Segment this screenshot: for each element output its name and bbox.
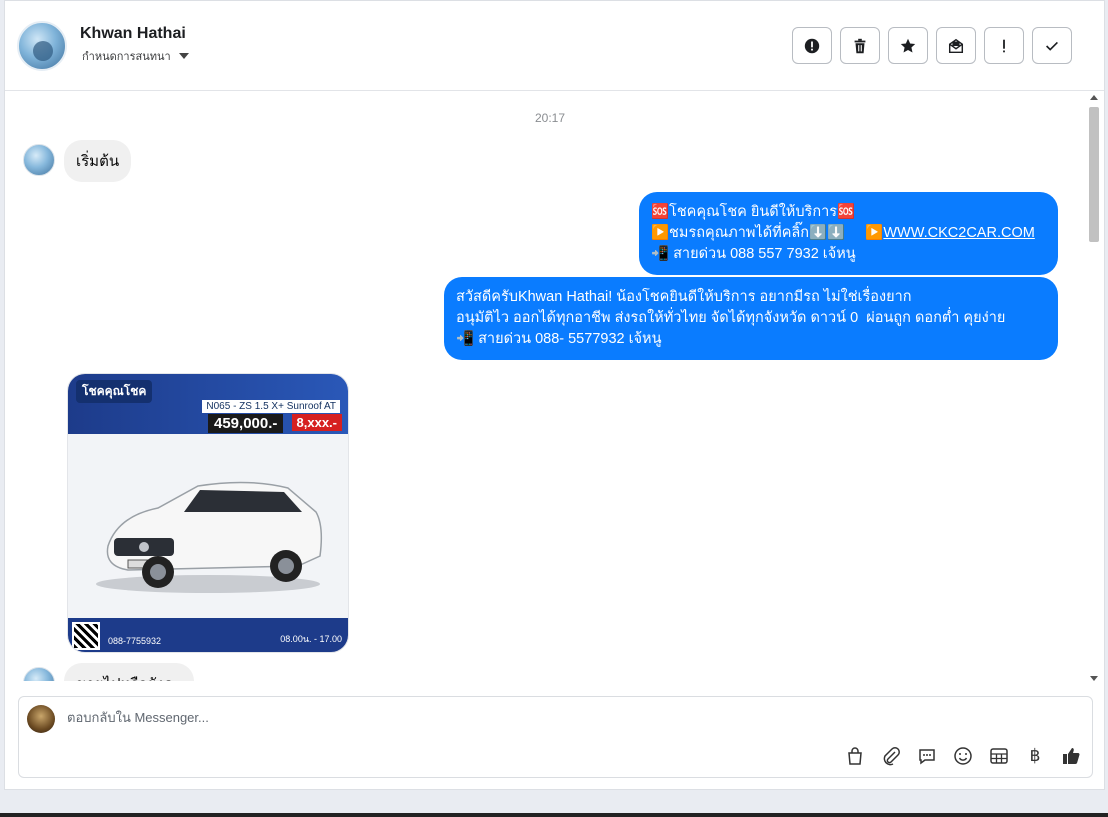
incoming-message[interactable]: ขายไปหรือยังคะ <box>64 663 194 681</box>
important-button[interactable] <box>984 27 1024 64</box>
scroll-thumb[interactable] <box>1089 107 1099 242</box>
chat-bubble-icon <box>919 749 935 765</box>
composer-tools: ฿ <box>844 745 1082 767</box>
reply-composer: ฿ <box>18 696 1093 778</box>
star-button[interactable] <box>888 27 928 64</box>
reply-input[interactable] <box>67 710 667 725</box>
alert-circle-icon <box>804 38 820 53</box>
message-line: 📲 สายด่วน 088 557 7932 เจ้หนู <box>651 246 856 262</box>
shopping-bag-icon <box>848 747 862 765</box>
conversation-panel: Khwan Hathai กำหนดการสนทนา 20:17 เริ่มต้… <box>4 0 1105 790</box>
taskbar-edge <box>0 813 1108 817</box>
message-line: ▶️ชมรถคุณภาพได้ที่คลิ๊ก⬇️⬇️ ▶️ <box>651 225 884 241</box>
website-link[interactable]: WWW.CKC2CAR.COM <box>883 225 1034 241</box>
saved-replies-button[interactable] <box>916 745 938 767</box>
header-actions <box>792 27 1072 64</box>
contact-name[interactable]: Khwan Hathai <box>80 25 186 43</box>
table-grid-icon <box>990 748 1008 764</box>
outgoing-message[interactable]: สวัสดีครับKhwan Hathai! น้องโชคยินดีให้บ… <box>444 277 1058 360</box>
trash-icon <box>854 38 866 53</box>
car-model-label: N065 - ZS 1.5 X+ Sunroof AT <box>202 400 340 413</box>
business-hours: 08.00น. - 17.00 <box>280 634 342 644</box>
conversation-assign-label: กำหนดการสนทนา <box>82 51 171 63</box>
attach-button[interactable] <box>880 745 902 767</box>
caret-down-icon <box>178 53 189 59</box>
message-line: 🆘โชคคุณโชค ยินดีให้บริการ🆘 <box>651 204 856 220</box>
contact-avatar[interactable] <box>17 21 67 71</box>
car-price: 459,000.- <box>208 414 284 433</box>
car-photo <box>96 481 323 593</box>
message-timestamp: 20:17 <box>534 111 566 125</box>
scroll-down-icon[interactable] <box>1090 676 1098 681</box>
incoming-message[interactable]: เริ่มต้น <box>64 140 132 182</box>
appointment-button[interactable] <box>988 745 1010 767</box>
delete-button[interactable] <box>840 27 880 64</box>
emoji-button[interactable] <box>952 745 974 767</box>
check-icon <box>1046 41 1058 51</box>
messenger-window: Khwan Hathai กำหนดการสนทนา 20:17 เริ่มต้… <box>0 0 1108 817</box>
spam-button[interactable] <box>792 27 832 64</box>
contact-avatar-small[interactable] <box>23 667 55 681</box>
message-list: 20:17 เริ่มต้น 🆘โชคคุณโชค ยินดีให้บริการ… <box>5 91 1085 681</box>
contact-avatar-small[interactable] <box>23 144 55 176</box>
done-button[interactable] <box>1032 27 1072 64</box>
payment-button[interactable]: ฿ <box>1024 745 1046 767</box>
page-avatar <box>27 705 55 733</box>
like-button[interactable] <box>1060 745 1082 767</box>
ad-footer: 088-7755932 08.00น. - 17.00 <box>68 618 348 652</box>
smiley-icon <box>954 747 972 765</box>
star-icon <box>900 38 916 52</box>
conversation-header: Khwan Hathai กำหนดการสนทนา <box>5 1 1104 91</box>
dealer-logo: โชคคุณโชค <box>76 380 153 403</box>
outgoing-message[interactable]: 🆘โชคคุณโชค ยินดีให้บริการ🆘 ▶️ชมรถคุณภาพไ… <box>639 192 1058 275</box>
scroll-up-icon[interactable] <box>1090 95 1098 100</box>
exclamation-icon <box>1003 39 1005 52</box>
thumbs-up-icon <box>1063 748 1080 764</box>
paperclip-icon <box>883 747 900 766</box>
qr-code-icon <box>72 622 100 650</box>
dealer-phone: 088-7755932 <box>108 636 162 646</box>
monthly-payment: 8,xxx.- <box>291 414 342 431</box>
message-scrollbar[interactable] <box>1087 93 1101 683</box>
shop-button[interactable] <box>844 745 866 767</box>
conversation-assign-dropdown[interactable]: กำหนดการสนทนา <box>82 47 189 65</box>
car-image-attachment[interactable]: โชคคุณโชค N065 - ZS 1.5 X+ Sunroof AT 45… <box>67 373 349 653</box>
mail-open-icon <box>948 38 964 53</box>
mark-unread-button[interactable] <box>936 27 976 64</box>
